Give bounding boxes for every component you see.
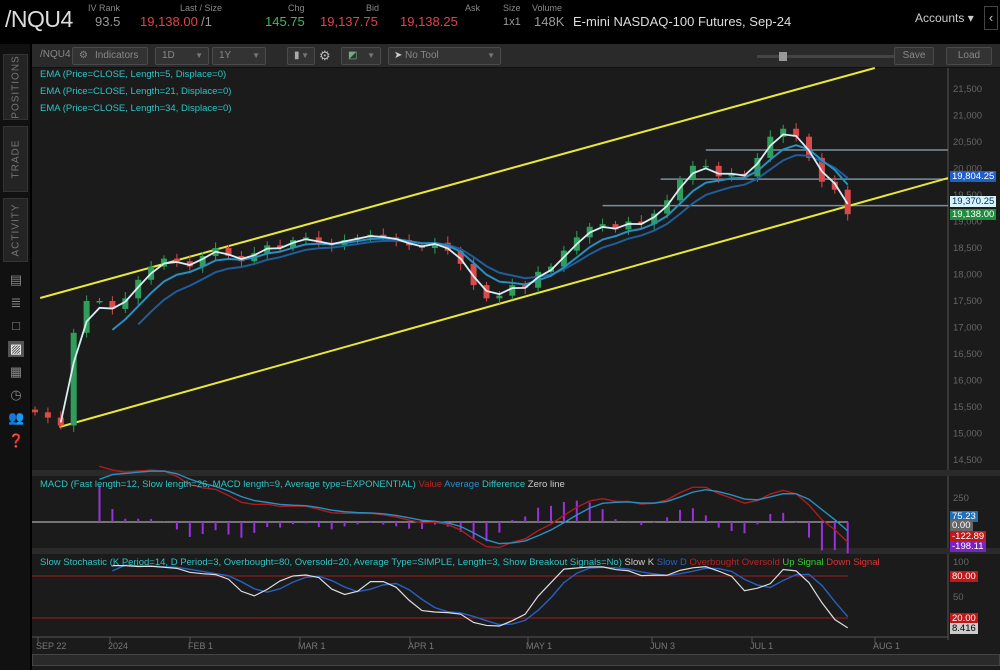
stoch-axis-50: 50 (953, 592, 964, 603)
candle-body (703, 166, 709, 168)
price-tick-label: 14,500 (953, 455, 982, 466)
macd-zero-tag: 0.00 (950, 520, 973, 531)
horizontal-scrollbar[interactable] (32, 654, 1000, 666)
candle-body (45, 412, 51, 417)
price-tick-label: 21,000 (953, 111, 982, 122)
slowk-legend: Slow K (625, 557, 655, 568)
candle-body (509, 285, 515, 296)
price-tick-label: 17,000 (953, 323, 982, 334)
last-price-tag: 19,138.00 (950, 209, 996, 220)
stoch-axis-100: 100 (953, 557, 969, 568)
ema21-price-tag: 19,804.25 (950, 171, 996, 182)
time-tick-label: FEB 1 (188, 641, 213, 651)
time-tick-label: JUL 1 (750, 641, 773, 651)
time-tick-label: MAY 1 (526, 641, 552, 651)
up-signal-legend: Up Signal (782, 557, 823, 568)
overbought-legend: Overbought (689, 557, 739, 568)
candle-body (97, 301, 103, 303)
candle-body (32, 410, 38, 413)
price-tick-label: 20,500 (953, 137, 982, 148)
candle-body (716, 166, 722, 177)
macd-legend[interactable]: MACD (Fast length=12, Slow length=26, MA… (40, 479, 565, 490)
ema5-price-tag: 19,370.25 (950, 196, 996, 207)
macd-difference-legend: Difference (482, 479, 525, 490)
price-tick-label: 17,500 (953, 296, 982, 307)
candle-body (71, 333, 77, 426)
panel-divider (32, 548, 1000, 554)
study-label-ema5[interactable]: EMA (Price=CLOSE, Length=5, Displace=0) (40, 69, 226, 80)
down-signal-legend: Down Signal (826, 557, 879, 568)
macd-average-legend: Average (444, 479, 479, 490)
overbought-tag: 80.00 (950, 571, 978, 582)
macd-label: MACD (Fast length=12, Slow length=26, MA… (40, 479, 416, 490)
price-tick-label: 21,500 (953, 84, 982, 95)
slowk-tag: 8.416 (950, 623, 978, 634)
stoch-label: Slow Stochastic (K Period=14, D Period=3… (40, 557, 622, 568)
study-label-ema21[interactable]: EMA (Price=CLOSE, Length=21, Displace=0) (40, 86, 231, 97)
time-tick-label: SEP 22 (36, 641, 66, 651)
time-tick-label: 2024 (108, 641, 128, 651)
macd-diff-tag: -198.11 (950, 541, 986, 552)
macd-axis-label: 250 (953, 493, 969, 504)
ema34-line (138, 155, 848, 324)
time-tick-label: JUN 3 (650, 641, 675, 651)
price-chart[interactable]: 21,50021,00020,50020,00019,50019,00018,5… (0, 0, 1000, 670)
macd-value-legend: Value (418, 479, 442, 490)
panel-divider (32, 470, 1000, 476)
slow-d-line (112, 565, 847, 624)
price-tick-label: 18,500 (953, 243, 982, 254)
ema5-line (61, 134, 848, 422)
time-tick-label: AUG 1 (873, 641, 900, 651)
study-label-ema34[interactable]: EMA (Price=CLOSE, Length=34, Displace=0) (40, 103, 231, 114)
price-tick-label: 15,000 (953, 429, 982, 440)
macd-zero-legend: Zero line (528, 479, 565, 490)
slowd-legend: Slow D (657, 557, 687, 568)
price-tick-label: 16,500 (953, 349, 982, 360)
candle-body (496, 296, 502, 299)
candle-body (174, 259, 180, 262)
stochastic-legend[interactable]: Slow Stochastic (K Period=14, D Period=3… (40, 557, 910, 568)
channel-lower-line (60, 178, 948, 427)
time-tick-label: APR 1 (408, 641, 434, 651)
price-tick-label: 15,500 (953, 402, 982, 413)
oversold-legend: Oversold (742, 557, 780, 568)
time-tick-label: MAR 1 (298, 641, 326, 651)
price-tick-label: 16,000 (953, 376, 982, 387)
price-tick-label: 18,000 (953, 270, 982, 281)
